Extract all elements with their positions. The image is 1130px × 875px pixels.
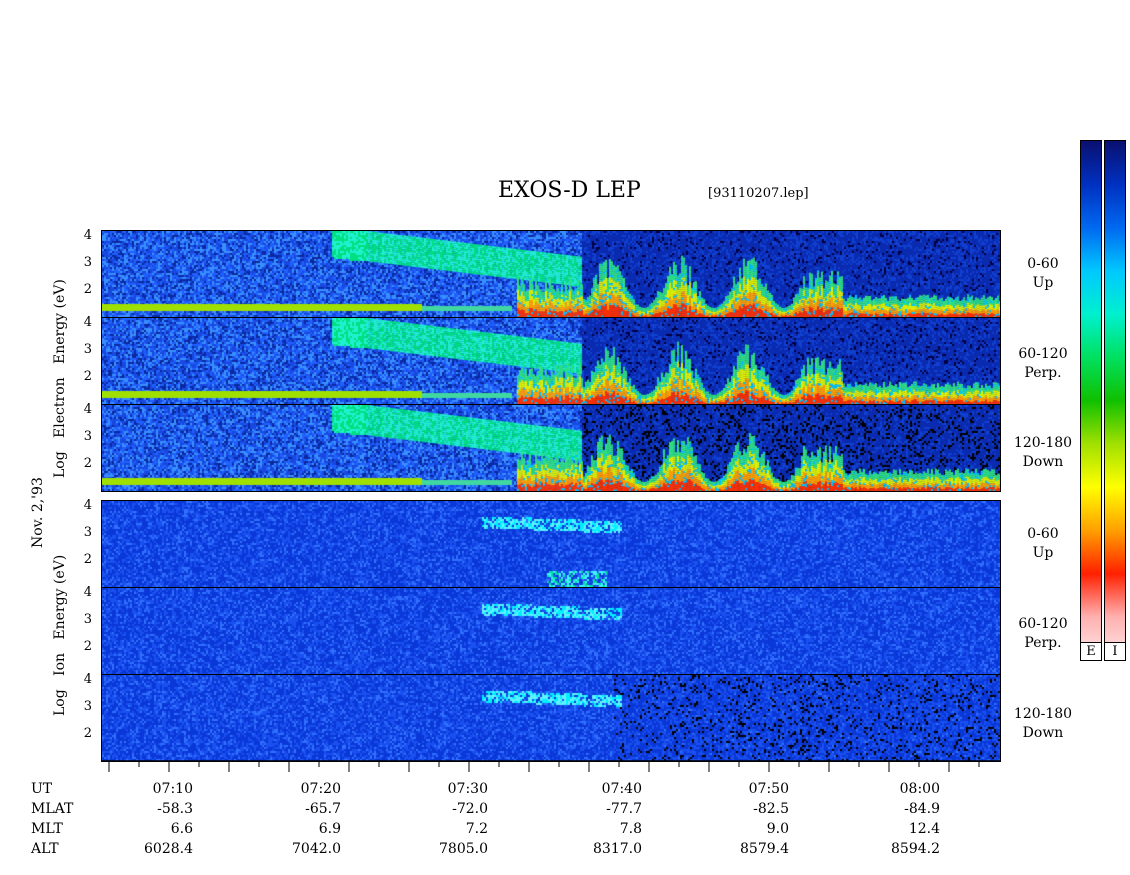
spectrogram-canvas (102, 318, 1000, 404)
ut-value: 08:00 (899, 781, 940, 797)
ut-value: 07:10 (152, 781, 193, 797)
mlat-value: -58.3 (157, 801, 193, 817)
y-tick-label: 3 (83, 612, 92, 627)
spectrogram-canvas (102, 675, 1000, 761)
alt-value: 6028.4 (144, 841, 193, 857)
spectrogram-panel-ion-up (101, 500, 1001, 588)
mlat-value: -77.7 (606, 801, 642, 817)
time-axis (101, 760, 1001, 772)
spectrogram-panel-electron-perp (101, 317, 1001, 405)
mlt-value: 6.9 (318, 821, 341, 837)
ut-value: 07:20 (300, 781, 341, 797)
spectrogram-canvas (102, 588, 1000, 674)
ion-y-axis-label: Log Ion Energy (eV) (52, 554, 68, 716)
y-tick-label: 2 (83, 456, 92, 471)
colorbar-label-i: I (1104, 642, 1126, 661)
spectrogram-canvas (102, 405, 1000, 491)
y-tick-label: 3 (83, 429, 92, 444)
pitch-angle-label: 120-180 Down (1013, 435, 1073, 470)
alt-value: 7042.0 (292, 841, 341, 857)
y-tick-label: 4 (83, 228, 92, 243)
pitch-angle-label: 0-60 Up (1027, 526, 1059, 561)
spectrogram-panel-ion-perp (101, 587, 1001, 675)
y-tick-label: 3 (83, 342, 92, 357)
spectrogram-panel-electron-down (101, 404, 1001, 492)
mlat-value: -72.0 (452, 801, 488, 817)
pitch-angle-label: 120-180 Down (1013, 706, 1073, 741)
colorbar-label-e: E (1080, 642, 1102, 661)
date-label: Nov. 2,'93 (30, 477, 46, 548)
pitch-angle-label: 0-60 Up (1027, 256, 1059, 291)
y-tick-label: 3 (83, 255, 92, 270)
alt-value: 7805.0 (439, 841, 488, 857)
spectrogram-canvas (102, 501, 1000, 587)
y-tick-label: 4 (83, 585, 92, 600)
y-tick-label: 2 (83, 369, 92, 384)
mlat-value: -82.5 (753, 801, 789, 817)
alt-value: 8594.2 (891, 841, 940, 857)
y-tick-label: 4 (83, 672, 92, 687)
row-label-alt: ALT (31, 841, 59, 857)
spectrogram-panel-ion-down (101, 674, 1001, 762)
mlt-value: 6.6 (170, 821, 193, 837)
mlt-value: 7.2 (465, 821, 488, 837)
y-tick-label: 2 (83, 726, 92, 741)
row-label-mlt: MLT (31, 821, 63, 837)
y-tick-label: 3 (83, 699, 92, 714)
ut-value: 07:40 (601, 781, 642, 797)
mlt-value: 7.8 (619, 821, 642, 837)
alt-value: 8317.0 (593, 841, 642, 857)
spectrogram-panel-electron-up (101, 230, 1001, 318)
chart-title: EXOS-D LEP (498, 178, 641, 203)
y-tick-label: 2 (83, 639, 92, 654)
ut-value: 07:30 (447, 781, 488, 797)
row-label-mlat: MLAT (31, 801, 74, 817)
alt-value: 8579.4 (740, 841, 789, 857)
mlt-value: 9.0 (766, 821, 789, 837)
mlat-value: -65.7 (305, 801, 341, 817)
y-tick-label: 4 (83, 402, 92, 417)
pitch-angle-label: 60-120 Perp. (1018, 346, 1068, 381)
y-tick-label: 3 (83, 525, 92, 540)
electron-colorbar (1080, 140, 1102, 661)
ut-value: 07:50 (748, 781, 789, 797)
spectrogram-canvas (102, 231, 1000, 317)
pitch-angle-label: 60-120 Perp. (1018, 616, 1068, 651)
y-tick-label: 2 (83, 282, 92, 297)
mlt-value: 12.4 (908, 821, 940, 837)
file-name: [93110207.lep] (708, 186, 809, 201)
ion-colorbar (1104, 140, 1126, 661)
electron-y-axis-label: Log Electron Energy (eV) (52, 279, 68, 478)
y-tick-label: 4 (83, 498, 92, 513)
y-tick-label: 2 (83, 552, 92, 567)
row-label-ut: UT (31, 781, 53, 797)
y-tick-label: 4 (83, 315, 92, 330)
mlat-value: -84.9 (904, 801, 940, 817)
